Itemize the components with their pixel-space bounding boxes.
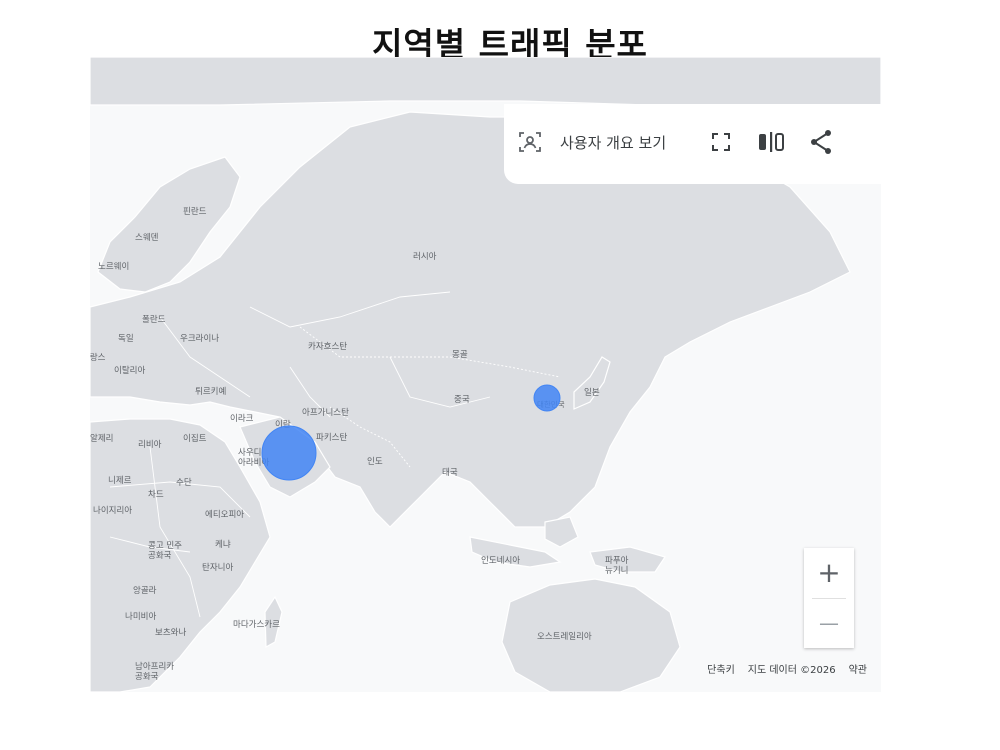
borneo-landmass [544, 516, 579, 548]
label-nigeria: 나이지리아 [93, 505, 132, 516]
label-pakistan: 파키스탄 [316, 432, 347, 443]
label-australia: 오스트레일리아 [537, 631, 592, 642]
label-finland: 핀란드 [183, 206, 207, 217]
label-germany: 독일 [118, 334, 134, 344]
arctic-landmass [90, 57, 881, 106]
label-india: 인도 [367, 456, 383, 467]
label-thailand: 태국 [442, 468, 458, 478]
share-icon[interactable] [809, 129, 833, 159]
label-norway: 노르웨이 [98, 261, 129, 272]
terms-link[interactable]: 약관 [849, 661, 867, 676]
traffic-marker-iran[interactable] [261, 425, 317, 481]
map-data-credit: 지도 데이터 ©2026 [747, 665, 836, 676]
label-namibia: 나미비아 [125, 611, 156, 622]
label-italy: 이탈리아 [114, 365, 145, 376]
label-papua-new-guinea: 파푸아 뉴기니 [605, 555, 629, 576]
label-south-africa: 남아프리카 공화국 [135, 661, 174, 682]
label-chad: 차드 [148, 490, 164, 500]
label-ethiopia: 에티오피아 [205, 509, 244, 520]
label-afghanistan: 아프가니스탄 [302, 407, 349, 418]
label-kazakhstan: 카자흐스탄 [308, 341, 347, 352]
person-frame-icon[interactable] [518, 130, 542, 158]
split-view-icon[interactable] [757, 130, 785, 158]
label-russia: 러시아 [413, 251, 437, 262]
label-mongolia: 몽골 [452, 350, 468, 360]
keyboard-shortcuts-link[interactable]: 단축키 [707, 661, 735, 676]
zoom-controls: + — [804, 548, 854, 648]
label-france: 프랑스 [90, 352, 106, 363]
map-attribution: 단축키 지도 데이터 ©2026 약관 [707, 661, 867, 676]
label-indonesia: 인도네시아 [481, 555, 520, 566]
view-user-overview-label[interactable]: 사용자 개요 보기 [560, 132, 666, 153]
fullscreen-icon[interactable] [711, 132, 731, 156]
label-sweden: 스웨덴 [135, 232, 159, 243]
label-sudan: 수단 [176, 477, 192, 488]
label-tanzania: 탄자니아 [202, 562, 233, 573]
label-iraq: 이라크 [230, 413, 254, 424]
label-turkey: 튀르키예 [195, 386, 226, 397]
label-botswana: 보츠와나 [155, 627, 186, 638]
zoom-in-button[interactable]: + [804, 548, 854, 598]
label-china: 중국 [454, 395, 470, 405]
map-container[interactable]: 핀란드 스웨덴 노르웨이 폴란드 독일 우크라이나 프랑스 이탈리아 튀르키예 … [90, 57, 881, 692]
label-madagascar: 마다가스카르 [233, 620, 280, 630]
label-ukraine: 우크라이나 [180, 333, 219, 344]
label-kenya: 케냐 [215, 539, 231, 550]
label-libya: 리비아 [138, 439, 162, 450]
label-japan: 일본 [584, 388, 600, 398]
traffic-marker-korea[interactable] [533, 384, 561, 412]
map-toolbar: 사용자 개요 보기 [504, 104, 881, 184]
label-egypt: 이집트 [183, 433, 207, 444]
label-angola: 앙골라 [133, 585, 157, 596]
zoom-out-button[interactable]: — [804, 598, 854, 648]
label-poland: 폴란드 [142, 314, 166, 325]
label-algeria: 알제리 [90, 433, 113, 444]
label-niger: 니제르 [108, 475, 132, 486]
